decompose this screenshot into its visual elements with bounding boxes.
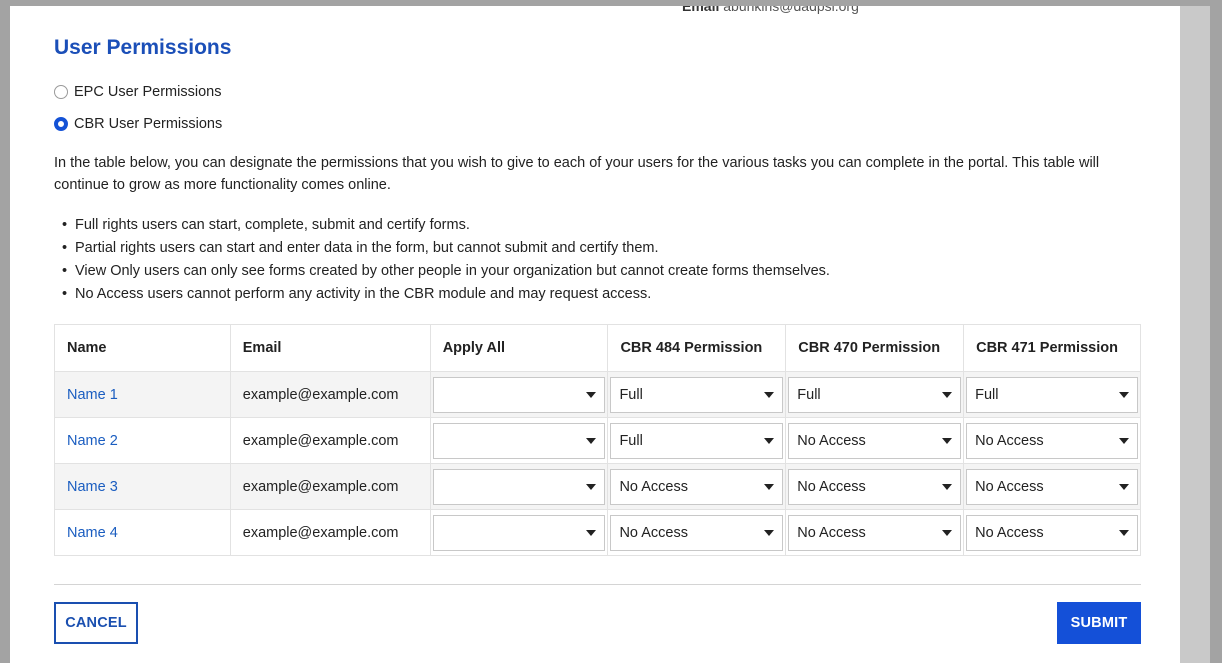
chevron-down-icon [1119, 529, 1129, 536]
cbr-484-select[interactable]: Full [610, 376, 784, 413]
permissions-panel: Email abunkins@dadpsi.org User Permissio… [10, 6, 1180, 663]
divider [54, 584, 1141, 585]
column-header-cbr-471: CBR 471 Permission [963, 324, 1141, 372]
chevron-down-icon [764, 529, 775, 536]
column-header-cbr-470: CBR 470 Permission [785, 324, 965, 372]
user-email-line: Email abunkins@dadpsi.org [682, 6, 859, 14]
chevron-down-icon [586, 391, 597, 398]
chevron-down-icon [586, 529, 597, 536]
column-header-cbr-484: CBR 484 Permission [607, 324, 787, 372]
description-paragraph: In the table below, you can designate th… [54, 155, 1100, 193]
apply-all-select[interactable] [432, 514, 606, 551]
chevron-down-icon [942, 529, 953, 536]
bullet-no-access: No Access users cannot perform any activ… [54, 283, 830, 306]
cbr-484-select[interactable]: Full [610, 422, 784, 459]
radio-button-selected[interactable] [54, 117, 68, 131]
cbr-470-select[interactable]: No Access [788, 514, 962, 551]
chevron-down-icon [764, 483, 775, 490]
table-row: Name 2 example@example.com Full No Acces… [54, 417, 1141, 464]
chevron-down-icon [586, 437, 597, 444]
cbr-470-select[interactable]: No Access [788, 468, 962, 505]
page-title: User Permissions [54, 36, 232, 59]
cbr-471-select[interactable]: Full [966, 376, 1138, 413]
table-row: Name 1 example@example.com Full Full Ful… [54, 371, 1141, 418]
cbr-484-select[interactable]: No Access [610, 468, 784, 505]
radio-label-cbr: CBR User Permissions [74, 116, 223, 132]
chevron-down-icon [942, 483, 953, 490]
cbr-471-select[interactable]: No Access [966, 468, 1138, 505]
apply-all-select[interactable] [432, 422, 606, 459]
user-name-link[interactable]: Name 3 [67, 479, 118, 495]
chevron-down-icon [1119, 483, 1129, 490]
user-name-link[interactable]: Name 4 [67, 525, 118, 541]
table-header-row: Name Email Apply All CBR 484 Permission … [54, 324, 1141, 372]
submit-button[interactable]: SUBMIT [1057, 602, 1141, 644]
chevron-down-icon [942, 437, 953, 444]
column-header-email[interactable]: Email [229, 324, 431, 372]
chevron-down-icon [586, 483, 597, 490]
user-name-link[interactable]: Name 1 [67, 387, 118, 403]
user-email: example@example.com [229, 509, 431, 556]
table-row: Name 4 example@example.com No Access No … [54, 509, 1141, 556]
bullet-partial: Partial rights users can start and enter… [54, 237, 830, 260]
chevron-down-icon [942, 391, 953, 398]
cbr-470-select[interactable]: No Access [788, 422, 962, 459]
cbr-470-select[interactable]: Full [788, 376, 962, 413]
cancel-button[interactable]: CANCEL [54, 602, 138, 644]
cbr-471-select[interactable]: No Access [966, 514, 1138, 551]
permissions-table: Name Email Apply All CBR 484 Permission … [54, 324, 1141, 556]
column-header-name[interactable]: Name [54, 324, 231, 372]
scrollbar-track[interactable] [1180, 6, 1210, 663]
user-email: example@example.com [229, 417, 431, 464]
chevron-down-icon [764, 391, 775, 398]
bullet-full: Full rights users can start, complete, s… [54, 214, 830, 237]
permission-levels-list: Full rights users can start, complete, s… [54, 214, 830, 306]
user-email: example@example.com [229, 463, 431, 510]
user-email: example@example.com [229, 371, 431, 418]
email-value: abunkins@dadpsi.org [723, 6, 859, 14]
cbr-484-select[interactable]: No Access [610, 514, 784, 551]
chevron-down-icon [764, 437, 775, 444]
email-label: Email [682, 6, 720, 14]
apply-all-select[interactable] [432, 376, 606, 413]
chevron-down-icon [1119, 437, 1129, 444]
radio-button-unselected[interactable] [54, 85, 68, 99]
radio-label-epc: EPC User Permissions [74, 84, 222, 100]
cbr-471-select[interactable]: No Access [966, 422, 1138, 459]
bullet-view-only: View Only users can only see forms creat… [54, 260, 830, 283]
user-name-link[interactable]: Name 2 [67, 433, 118, 449]
radio-epc-permissions[interactable]: EPC User Permissions [54, 84, 221, 100]
column-header-apply-all: Apply All [429, 324, 609, 372]
radio-cbr-permissions[interactable]: CBR User Permissions [54, 116, 222, 132]
chevron-down-icon [1119, 391, 1129, 398]
table-row: Name 3 example@example.com No Access No … [54, 463, 1141, 510]
apply-all-select[interactable] [432, 468, 606, 505]
